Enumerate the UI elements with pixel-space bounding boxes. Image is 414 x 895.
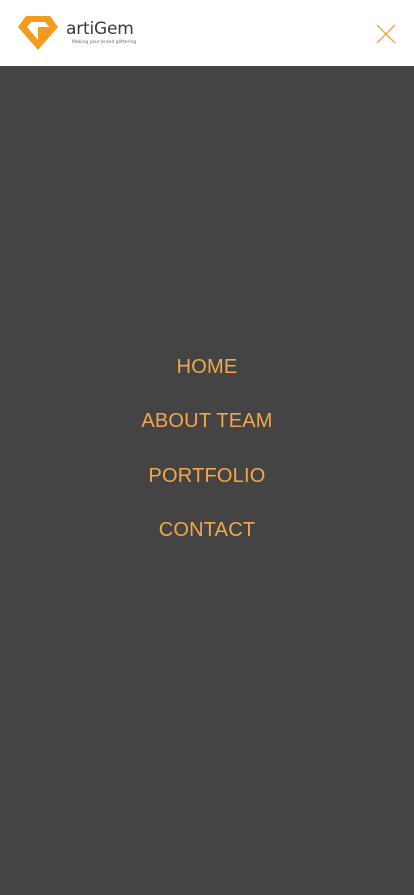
site-header: artiGem Making your brand glittering — [0, 0, 414, 66]
nav-link-about-team[interactable]: ABOUT TEAM — [141, 406, 272, 436]
nav-item-about-team: ABOUT TEAM — [0, 406, 414, 436]
brand-tagline: Making your brand glittering — [72, 40, 137, 45]
nav-link-home[interactable]: HOME — [177, 352, 238, 382]
nav-link-contact[interactable]: CONTACT — [159, 515, 256, 545]
nav-link-portfolio[interactable]: PORTFOLIO — [148, 461, 265, 491]
nav-item-portfolio: PORTFOLIO — [0, 461, 414, 491]
close-menu-button[interactable] — [375, 23, 397, 45]
gem-logo-icon — [18, 16, 58, 50]
brand-text: artiGem Making your brand glittering — [66, 20, 136, 46]
brand-name: artiGem — [66, 19, 134, 39]
nav-item-contact: CONTACT — [0, 515, 414, 545]
brand-logo[interactable]: artiGem Making your brand glittering — [17, 15, 136, 51]
close-icon — [376, 24, 396, 44]
nav-item-home: HOME — [0, 352, 414, 382]
